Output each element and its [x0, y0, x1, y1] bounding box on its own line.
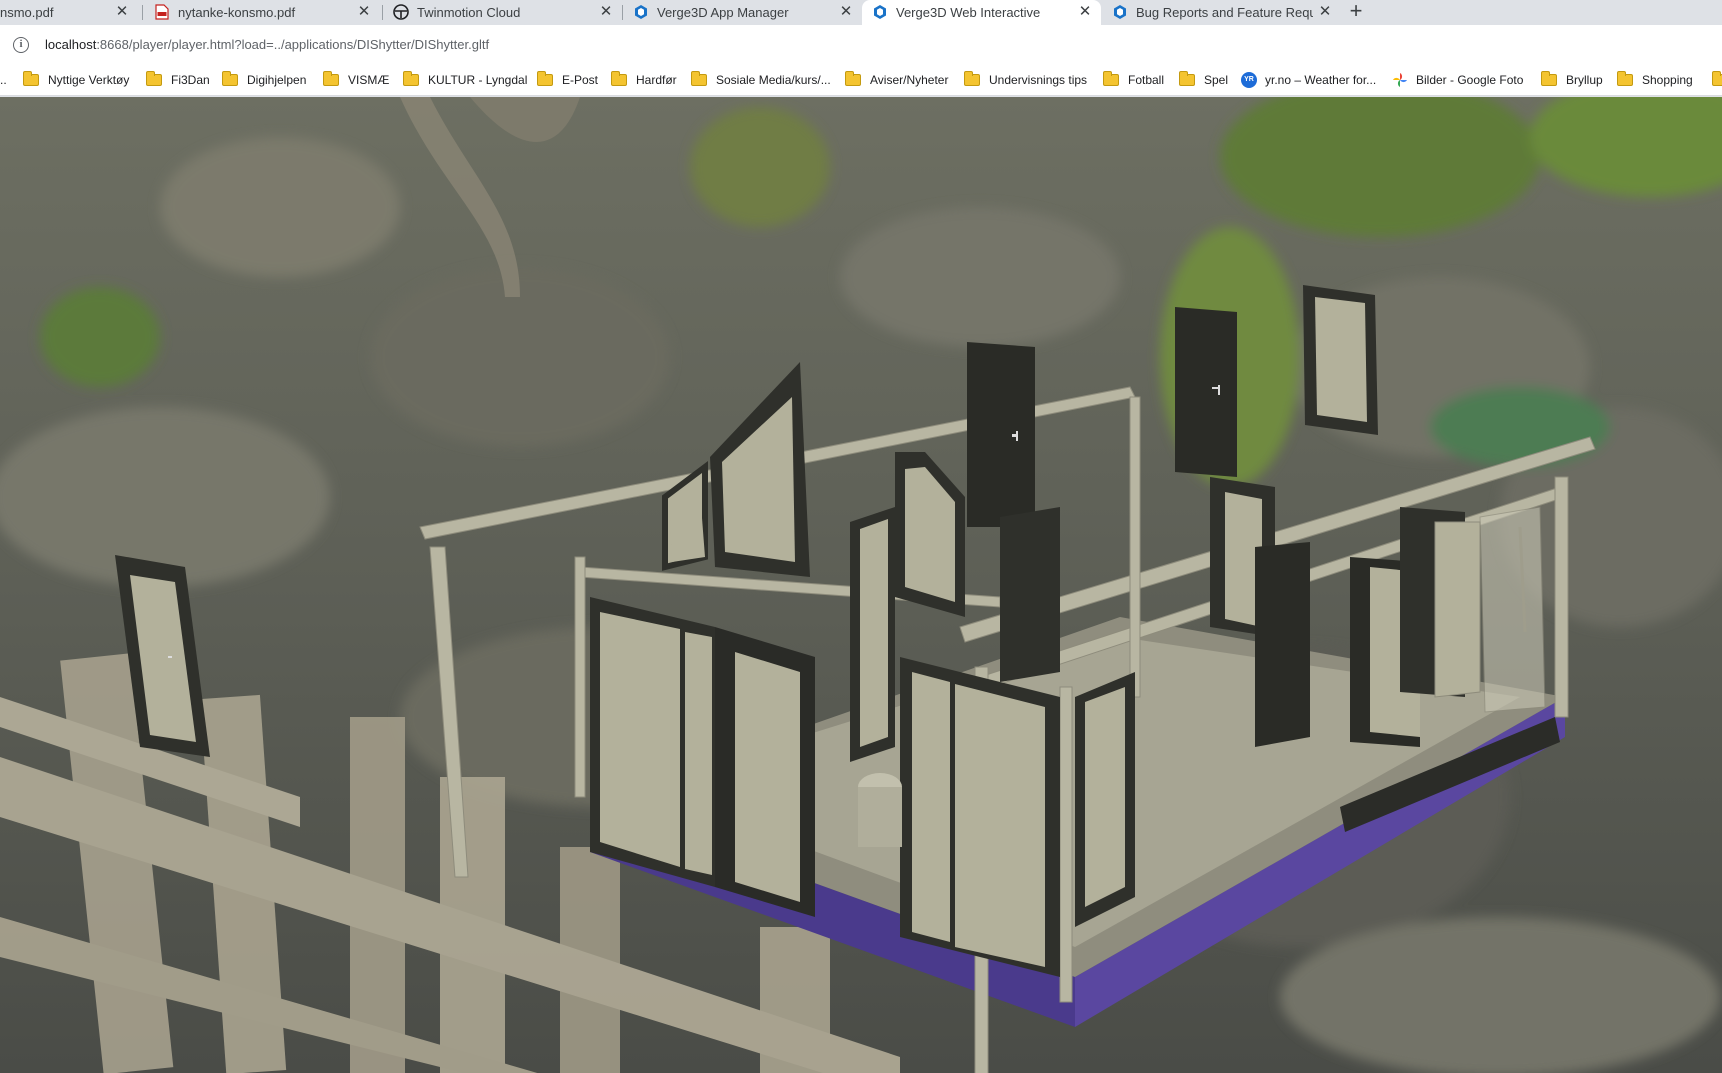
bookmark-label: KULTUR - Lyngdal [428, 73, 528, 87]
verge3d-icon [633, 4, 649, 20]
folder-icon [403, 71, 419, 86]
bookmark-fi3dan[interactable]: Fi3Dan [146, 71, 210, 89]
bookmark-label: VISMÆ [348, 73, 390, 87]
bookmark-label: Shopping [1642, 73, 1693, 87]
window-upper-right[interactable] [1303, 285, 1378, 435]
tab-title: Bug Reports and Feature Reques [1136, 5, 1313, 20]
close-icon[interactable]: ✕ [1317, 4, 1333, 20]
bookmark-label: Bilder - Google Foto [1416, 73, 1524, 87]
tab-verge3d-app-manager[interactable]: Verge3D App Manager ✕ [623, 0, 862, 25]
pdf-icon [154, 4, 170, 20]
folder-icon [23, 71, 39, 86]
url-path: :8668/player/player.html?load=../applica… [96, 37, 490, 52]
tab-title: Verge3D Web Interactive [896, 5, 1041, 20]
folder-icon [1179, 71, 1195, 86]
bookmark-kultur-lyngdal[interactable]: KULTUR - Lyngdal [403, 71, 527, 89]
tab-verge3d-web-interactive[interactable]: Verge3D Web Interactive ✕ [862, 0, 1101, 25]
bookmark-fotball[interactable]: Fotball [1103, 71, 1164, 89]
tab-bug-reports[interactable]: Bug Reports and Feature Reques ✕ [1102, 0, 1341, 25]
folder-icon [845, 71, 861, 86]
folder-icon [1103, 71, 1119, 86]
site-info-icon[interactable]: i [13, 37, 29, 53]
close-icon[interactable]: ✕ [838, 4, 854, 20]
close-icon[interactable]: ✕ [114, 4, 130, 20]
shower-enclosure [1479, 506, 1546, 713]
close-icon[interactable]: ✕ [598, 4, 614, 20]
verge3d-canvas[interactable] [0, 97, 1722, 1073]
bookmark-google-foto[interactable]: Bilder - Google Foto [1392, 71, 1523, 89]
bookmark-label: Fotball [1128, 73, 1165, 87]
bookmark-label: Nyttige Verktøy [48, 73, 130, 87]
bookmark-label: Undervisnings tips [989, 73, 1088, 87]
bookmark-label: Sosiale Media/kurs/... [716, 73, 831, 87]
tab-pdf-2[interactable]: nytanke-konsmo.pdf ✕ [144, 0, 380, 25]
url-host: localhost [45, 37, 97, 52]
folder-icon [1617, 71, 1633, 86]
folder-icon [222, 71, 238, 86]
folder-icon [691, 71, 707, 86]
bookmark-e-post[interactable]: E-Post [537, 71, 598, 89]
folder-icon [964, 71, 980, 86]
bookmark-label: E-Post [562, 73, 599, 87]
verge3d-icon [872, 4, 888, 20]
folder-icon [146, 71, 162, 86]
close-icon[interactable]: ✕ [356, 4, 372, 20]
scene-render [0, 97, 1722, 1073]
bookmark-label: Fi3Dan [171, 73, 210, 87]
twinmotion-icon [393, 4, 409, 20]
tab-twinmotion[interactable]: Twinmotion Cloud ✕ [383, 0, 622, 25]
close-icon[interactable]: ✕ [1077, 4, 1093, 20]
folder-icon [611, 71, 627, 86]
tab-title: nytanke-konsmo.pdf [178, 5, 296, 20]
bookmark-shopping[interactable]: Shopping [1617, 71, 1693, 89]
bookmark-spel[interactable]: Spel [1179, 71, 1228, 89]
bookmark-label: yr.no – Weather for... [1265, 73, 1377, 87]
bookmark-overflow-folder[interactable] [1712, 71, 1722, 89]
bookmark-label: Hardfør [636, 73, 677, 87]
tab-title: nsmo.pdf [0, 5, 54, 20]
google-photos-icon [1392, 72, 1408, 88]
url-field[interactable]: localhost:8668/player/player.html?load=.… [45, 37, 489, 52]
folder-icon [537, 71, 553, 86]
new-tab-button[interactable]: + [1344, 0, 1368, 24]
bookmark-label: Aviser/Nyheter [870, 73, 949, 87]
yr-icon: YR [1241, 72, 1257, 88]
bookmark-label: Digihjelpen [247, 73, 307, 87]
tab-strip: nsmo.pdf ✕ nytanke-konsmo.pdf ✕ Twinmoti… [0, 0, 1722, 25]
bookmarks-bar: .. Nyttige Verktøy Fi3Dan Digihjelpen VI… [0, 65, 1722, 96]
tab-title: Twinmotion Cloud [417, 5, 521, 20]
tab-title: Verge3D App Manager [657, 5, 789, 20]
bookmark-bryllup[interactable]: Bryllup [1541, 71, 1603, 89]
bookmark-digihjelpen[interactable]: Digihjelpen [222, 71, 306, 89]
bookmark-label: Spel [1204, 73, 1229, 87]
folder-icon [1712, 71, 1722, 86]
bookmark-undervisnings-tips[interactable]: Undervisnings tips [964, 71, 1087, 89]
bookmark-hardfor[interactable]: Hardfør [611, 71, 677, 89]
door-upper-center[interactable] [967, 342, 1035, 527]
tab-separator [142, 5, 143, 20]
bookmark-label: Bryllup [1566, 73, 1603, 87]
folder-icon [323, 71, 339, 86]
bookmark-visme[interactable]: VISMÆ [323, 71, 389, 89]
address-bar: i localhost:8668/player/player.html?load… [0, 25, 1722, 65]
bookmark-yr-no[interactable]: YR yr.no – Weather for... [1241, 71, 1376, 89]
door-upper-right[interactable] [1175, 307, 1237, 477]
tab-pdf-1[interactable]: nsmo.pdf ✕ [0, 0, 138, 25]
folder-icon [1541, 71, 1557, 86]
bookmark-nyttige-verktoy[interactable]: Nyttige Verktøy [23, 71, 129, 89]
bookmark-overflow[interactable]: .. [0, 71, 7, 89]
verge3d-icon [1112, 4, 1128, 20]
bookmark-aviser-nyheter[interactable]: Aviser/Nyheter [845, 71, 948, 89]
bookmark-label: .. [0, 73, 7, 87]
bookmark-sosiale-media[interactable]: Sosiale Media/kurs/... [691, 71, 831, 89]
